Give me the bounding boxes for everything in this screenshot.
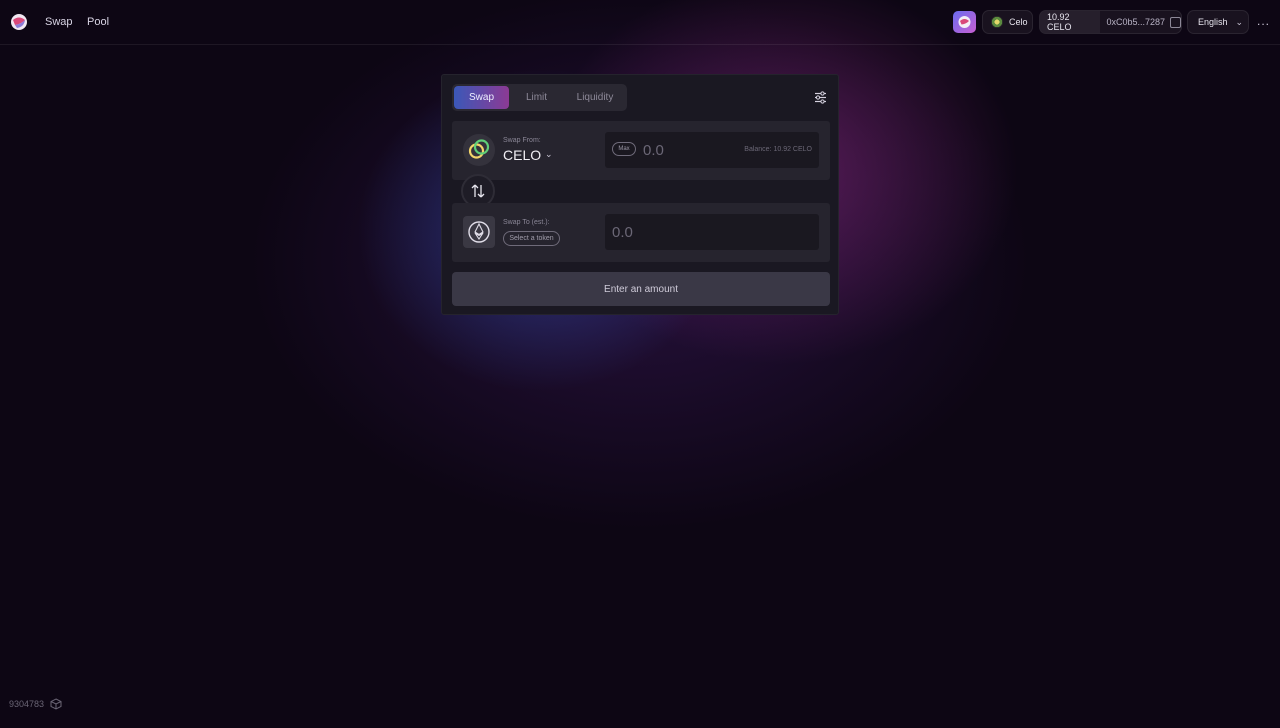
eth-token-icon[interactable] [463,216,495,248]
tab-limit[interactable]: Limit [514,86,559,109]
tab-liquidity[interactable]: Liquidity [570,86,620,109]
logo-icon[interactable] [9,12,29,32]
swap-to-label: Swap To (est.): [503,219,550,226]
account-button[interactable]: 10.92 CELO 0xC0b5...7287 [1039,10,1182,34]
wallet-address: 0xC0b5...7287 [1100,16,1181,28]
block-number: 9304783 [9,699,45,709]
nav-swap[interactable]: Swap [45,16,73,28]
switch-arrows-icon [471,184,485,198]
max-button[interactable]: Max [612,142,636,156]
chevron-down-icon: ⌄ [1235,16,1244,27]
to-amount-box [605,214,819,250]
to-amount-input[interactable] [612,222,762,242]
celo-network-icon [991,16,1003,28]
address-icon [1170,16,1181,28]
swap-to-panel: Swap To (est.): Select a token [452,203,830,262]
nav-pool[interactable]: Pool [87,16,109,28]
from-amount-box: Max Balance: 10.92 CELO [605,132,819,168]
swap-tabs: Swap Limit Liquidity [452,84,627,111]
balance-display: 10.92 CELO [1040,11,1101,33]
network-selector[interactable]: Celo [982,10,1033,34]
from-token-selector[interactable]: CELO [503,147,541,163]
top-bar: Swap Pool Celo 10.92 CELO 0xC0b5...7287 … [0,0,1280,45]
celo-token-icon[interactable] [463,134,495,166]
language-label: English [1198,17,1228,27]
swap-from-panel: Swap From: CELO ⌄ Max Balance: 10.92 CEL… [452,121,830,180]
more-menu-button[interactable]: ... [1257,14,1270,28]
address-text: 0xC0b5...7287 [1106,17,1165,27]
block-indicator: 9304783 [9,698,62,710]
language-selector[interactable]: English ⌄ [1187,10,1249,34]
tab-swap[interactable]: Swap [454,86,509,109]
chevron-down-icon[interactable]: ⌄ [545,149,553,160]
select-token-button[interactable]: Select a token [503,231,560,246]
cube-icon [50,698,62,710]
enter-amount-button[interactable]: Enter an amount [452,272,830,306]
from-amount-input[interactable] [643,140,743,160]
from-balance: Balance: 10.92 CELO [744,146,812,153]
swap-card: Swap Limit Liquidity Swap From: CELO ⌄ M… [441,74,839,315]
network-label: Celo [1009,17,1028,27]
app-icon[interactable] [953,11,976,33]
settings-icon[interactable] [814,91,827,104]
swap-from-label: Swap From: [503,137,541,144]
